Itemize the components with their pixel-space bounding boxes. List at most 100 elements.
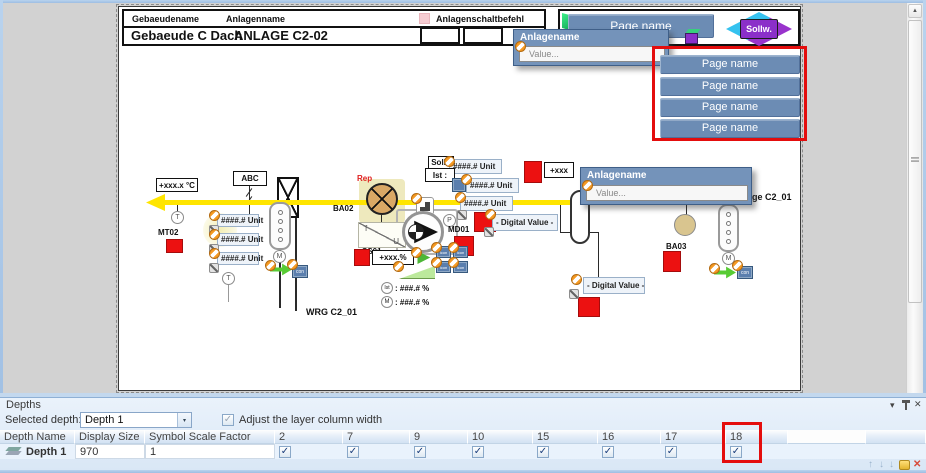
temperature-value-box[interactable]: +xxx.x °C xyxy=(156,178,198,192)
wrench-icon[interactable] xyxy=(484,227,494,237)
no-entry-icon xyxy=(411,193,422,204)
popup-title: Anlagename xyxy=(581,168,751,181)
adjust-width-label: Adjust the layer column width xyxy=(239,414,382,426)
adjust-width-checkbox[interactable]: ✓ xyxy=(222,414,234,426)
scroll-up-button[interactable]: ▲ xyxy=(908,4,922,18)
layer-checkbox-16[interactable]: ✓ xyxy=(602,446,614,458)
chevron-down-icon[interactable]: ▾ xyxy=(890,400,895,411)
ist-circle-icon: Ist xyxy=(381,282,393,294)
alarm-square xyxy=(524,161,542,183)
application-window: ▲ Gebaeudename Anlagenname Anlagenschalt… xyxy=(0,0,926,473)
popup-title: Anlagename xyxy=(514,30,668,43)
display-size-cell[interactable]: 970 xyxy=(75,444,145,459)
layer-checkbox-7[interactable]: ✓ xyxy=(347,446,359,458)
alarm-square-ss01 xyxy=(354,249,370,266)
anlage-right-label: age C2_01 xyxy=(747,192,792,202)
popup-value-field[interactable]: Value... xyxy=(519,46,665,62)
sollw-diamond-label: Sollw. xyxy=(740,19,778,39)
column-10[interactable]: 10 xyxy=(468,430,533,444)
unit-value-box-2[interactable]: ####.# Unit xyxy=(217,233,259,246)
alarm-square-mt02 xyxy=(166,239,183,253)
page-list-button-3[interactable]: Page name xyxy=(660,98,800,117)
symbol-scale-cell[interactable]: 1 xyxy=(145,444,275,459)
f-u-converter-icon[interactable]: f U xyxy=(358,222,406,248)
wrench-icon[interactable] xyxy=(457,210,467,220)
column-9[interactable]: 9 xyxy=(410,430,468,444)
layer-checkbox-9[interactable]: ✓ xyxy=(414,446,426,458)
pin-icon[interactable] xyxy=(905,403,907,410)
unit-value-box-6[interactable]: ####.# Unit xyxy=(460,196,513,211)
alarm-square-ba03 xyxy=(663,251,681,272)
column-display-size[interactable]: Display Size xyxy=(75,430,145,444)
no-entry-icon xyxy=(461,174,472,185)
layer-checkbox-15[interactable]: ✓ xyxy=(537,446,549,458)
motor-icon: M xyxy=(273,250,286,263)
building-column-label: Gebaeudename xyxy=(132,14,199,24)
digital-value-box-1[interactable]: - Digital Value - xyxy=(492,214,558,231)
column-depth-name[interactable]: Depth Name xyxy=(0,430,75,444)
move-down-icon[interactable]: ↓ xyxy=(879,459,884,470)
column-7[interactable]: 7 xyxy=(343,430,410,444)
no-entry-icon xyxy=(431,257,442,268)
ba02-label: BA02 xyxy=(333,204,353,213)
unit-value-box-4[interactable]: ####.# Unit xyxy=(449,159,502,174)
popup-value-field[interactable]: Value... xyxy=(586,185,748,201)
close-icon[interactable]: ✕ xyxy=(914,399,922,410)
valve-icon-2[interactable] xyxy=(718,204,739,252)
pipe-line xyxy=(598,232,599,278)
delete-layer-icon[interactable]: ✕ xyxy=(913,459,921,470)
scrollbar-grip xyxy=(911,157,919,162)
temp-sensor-icon: T xyxy=(171,211,184,224)
damper-actuator-icon[interactable] xyxy=(366,183,398,215)
unit-value-box-1[interactable]: ####.# Unit xyxy=(217,214,259,227)
valve-icon[interactable] xyxy=(269,202,291,250)
no-entry-icon xyxy=(287,259,298,270)
layer-checkbox-2[interactable]: ✓ xyxy=(279,446,291,458)
no-entry-icon xyxy=(582,180,593,191)
depth-row[interactable]: Depth 1 970 1 ✓ ✓ ✓ ✓ ✓ ✓ ✓ ✓ xyxy=(0,444,926,459)
scrollbar-thumb[interactable] xyxy=(908,20,922,303)
no-entry-icon xyxy=(209,210,220,221)
depths-panel-title: Depths xyxy=(6,399,41,411)
digital-value-box-2[interactable]: - Digital Value - xyxy=(583,277,645,294)
no-entry-icon xyxy=(209,229,220,240)
page-list-button-1[interactable]: Page name xyxy=(660,55,800,74)
temp-sensor-icon-2: T xyxy=(222,272,235,285)
vertical-scrollbar[interactable]: ▲ xyxy=(906,3,923,394)
layer-checkbox-17[interactable]: ✓ xyxy=(665,446,677,458)
header-empty-cell-1 xyxy=(420,27,460,44)
page-list-button-2[interactable]: Page name xyxy=(660,77,800,96)
page-list-button-4[interactable]: Page name xyxy=(660,119,800,138)
move-up-icon[interactable]: ↑ xyxy=(868,459,873,470)
column-17[interactable]: 17 xyxy=(661,430,726,444)
unit-value-box-5[interactable]: ####.# Unit xyxy=(466,178,519,193)
covered-value-box[interactable]: +xxx xyxy=(544,162,574,178)
selected-depth-combobox[interactable]: Depth 1 ▾ xyxy=(80,412,192,428)
rep-label: Rep xyxy=(357,174,372,183)
column-2[interactable]: 2 xyxy=(275,430,343,444)
header-empty-cell-2 xyxy=(463,27,503,44)
depths-grid-header: Depth Name Display Size Symbol Scale Fac… xyxy=(0,430,926,444)
f-label: f xyxy=(365,224,367,233)
move-bottom-icon[interactable]: ↓ xyxy=(889,459,894,470)
combobox-arrow-icon[interactable]: ▾ xyxy=(177,413,191,427)
add-layer-icon[interactable] xyxy=(899,460,910,470)
wrench-icon[interactable] xyxy=(569,289,579,299)
ba03-actuator-icon[interactable] xyxy=(674,214,696,236)
depth-row-name-cell[interactable]: Depth 1 xyxy=(0,444,75,459)
u-label: U xyxy=(393,237,399,246)
ist-label-box: Ist : xyxy=(425,168,455,182)
m-circle-icon: M xyxy=(381,296,393,308)
abc-value-box[interactable]: ABC xyxy=(233,171,267,186)
pipe-line xyxy=(560,205,561,233)
no-entry-icon xyxy=(448,257,459,268)
wrg-label: WRG C2_01 xyxy=(306,307,357,317)
wrench-icon[interactable] xyxy=(209,263,219,273)
alarm-square xyxy=(578,297,600,317)
column-16[interactable]: 16 xyxy=(598,430,661,444)
column-15[interactable]: 15 xyxy=(533,430,598,444)
building-name-value: Gebaeude C Dach xyxy=(131,28,242,43)
column-symbol-scale[interactable]: Symbol Scale Factor xyxy=(145,430,275,444)
layer-checkbox-10[interactable]: ✓ xyxy=(472,446,484,458)
unit-value-box-3[interactable]: ####.# Unit xyxy=(217,252,259,265)
